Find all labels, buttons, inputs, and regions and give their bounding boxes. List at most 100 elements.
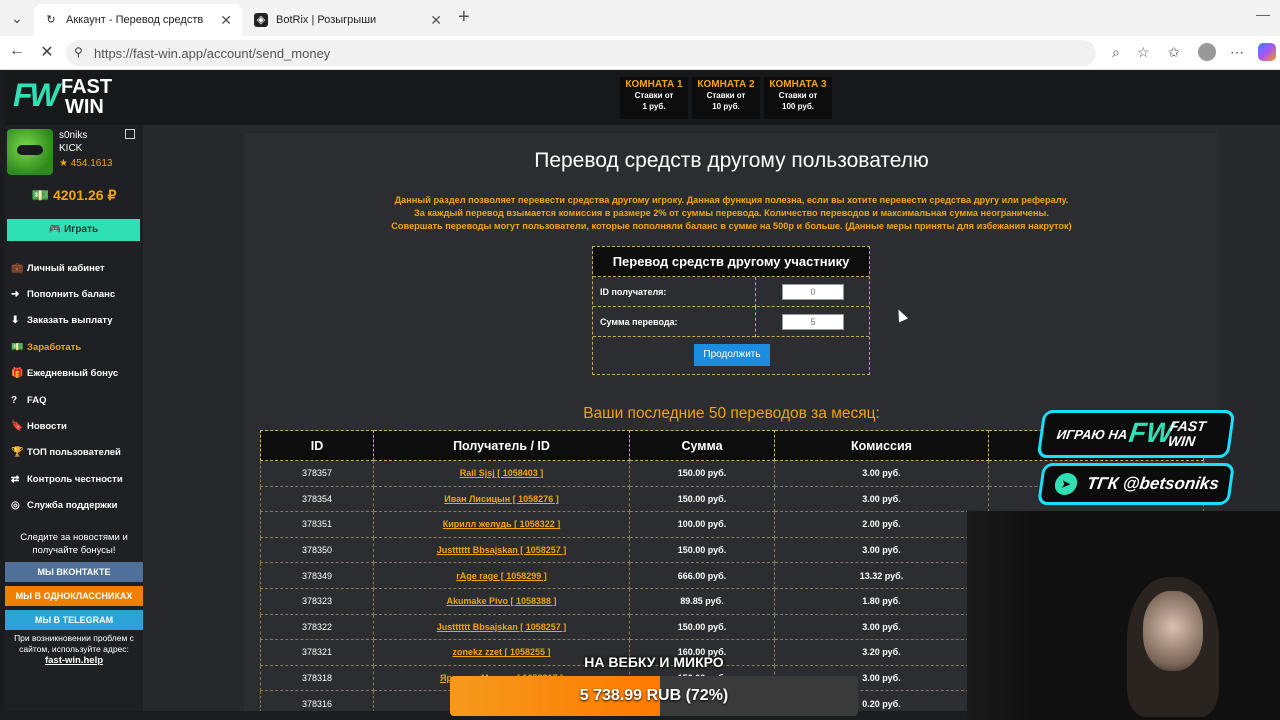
cell-fee: 1.80 руб. xyxy=(774,587,989,615)
tab-active[interactable]: ↻ Аккаунт - Перевод средств ✕ xyxy=(34,4,242,36)
logout-icon[interactable] xyxy=(125,129,135,139)
sidebar-item-faq[interactable]: ? FAQ xyxy=(11,387,123,413)
room-title: КОМНАТА 3 xyxy=(769,79,827,90)
cell-amount: 150.00 руб. xyxy=(629,485,775,513)
cell-id: 378350 xyxy=(260,536,374,564)
telegram-banner-text: ТГК @betsoniks xyxy=(1085,474,1221,493)
sidebar-item-top-users[interactable]: 🏆 ТОП пользователей xyxy=(11,440,123,466)
site-header: FW FAST WIN КОМНАТА 1 Ставки от 1 руб. К… xyxy=(5,71,1280,125)
description-line: Совершать переводы могут пользователи, к… xyxy=(391,221,1072,231)
botrix-icon: ◈ xyxy=(254,13,268,27)
room-sub: Ставки от xyxy=(706,91,746,100)
telegram-icon: ➤ xyxy=(1053,473,1079,495)
user-rating: ★ 454.1613 xyxy=(59,158,113,169)
sidebar-item-account[interactable]: 💼 Личный кабинет xyxy=(11,255,123,281)
room-sub: 1 руб. xyxy=(642,102,666,111)
avatar[interactable] xyxy=(7,129,53,175)
tab-botrix[interactable]: ◈ BotRix | Розыгрыши ✕ xyxy=(244,4,452,36)
favorite-star-icon[interactable]: ☆ xyxy=(1137,44,1150,61)
room-sub: Ставки от xyxy=(778,91,818,100)
briefcase-icon: 💼 xyxy=(11,262,24,274)
room-title: КОМНАТА 1 xyxy=(625,79,683,90)
bookmark-icon: 🔖 xyxy=(11,421,24,433)
money-icon: 💵 xyxy=(11,341,24,353)
banner-logo-line1: FAST xyxy=(1169,418,1208,434)
sidebar-item-daily-bonus[interactable]: 🎁 Ежедневный бонус xyxy=(11,361,123,387)
page-title: Перевод средств другому пользователю xyxy=(534,149,929,172)
vk-button[interactable]: МЫ ВКОНТАКТЕ xyxy=(5,562,143,582)
site-logo[interactable]: FW FAST WIN xyxy=(13,75,123,121)
user-tag: KICK xyxy=(59,143,83,154)
amount-label: Сумма перевода: xyxy=(600,317,678,327)
back-icon[interactable]: ← xyxy=(6,42,28,60)
sidebar-item-fairness[interactable]: ⇄ Контроль честности xyxy=(11,466,123,492)
problem-text: При возникновении проблем с сайтом, испо… xyxy=(14,633,134,654)
sidebar-item-label: ТОП пользователей xyxy=(27,447,121,459)
recipient-id-input[interactable] xyxy=(782,284,844,300)
cell-id: 378349 xyxy=(260,562,374,589)
loading-icon: ↻ xyxy=(46,14,56,26)
site-info-icon[interactable]: ⚲ xyxy=(74,45,83,59)
cell-id: 378351 xyxy=(260,511,374,538)
sidebar-item-earn[interactable]: 💵 Заработать xyxy=(11,334,123,360)
sidebar-item-deposit[interactable]: ➜ Пополнить баланс xyxy=(11,281,123,307)
column-header: Сумма xyxy=(629,430,775,461)
close-tab-icon[interactable]: ✕ xyxy=(220,12,232,29)
sidebar-item-withdraw[interactable]: ⬇ Заказать выплату xyxy=(11,308,123,334)
continue-button[interactable]: Продолжить xyxy=(694,344,770,366)
browser-tabbar: ⌄ ↻ Аккаунт - Перевод средств ✕ ◈ BotRix… xyxy=(0,0,1280,36)
new-tab-icon[interactable]: + xyxy=(458,6,470,29)
minimize-icon[interactable]: — xyxy=(1256,6,1270,22)
room-1-button[interactable]: КОМНАТА 1 Ставки от 1 руб. xyxy=(620,77,688,119)
column-header: Комиссия xyxy=(774,430,989,461)
recipient-row: ID получателя: xyxy=(593,277,869,307)
telegram-button[interactable]: МЫ В TELEGRAM xyxy=(5,610,143,630)
webcam-person-face xyxy=(1143,591,1203,671)
description-line: Данный раздел позволяет перевести средст… xyxy=(394,195,1069,205)
cell-fee: 3.00 руб. xyxy=(774,536,989,564)
sidebar-item-label: FAQ xyxy=(27,394,47,406)
room-3-button[interactable]: КОМНАТА 3 Ставки от 100 руб. xyxy=(764,77,832,119)
sidebar-item-label: Ежедневный бонус xyxy=(27,368,119,380)
play-on-fastwin-banner: ИГРАЮ НА FW FAST WIN xyxy=(1036,410,1236,458)
cell-amount: 150.00 руб. xyxy=(629,613,775,641)
close-tab-icon[interactable]: ✕ xyxy=(430,12,442,29)
gift-icon: 🎁 xyxy=(11,368,24,380)
room-2-button[interactable]: КОМНАТА 2 Ставки от 10 руб. xyxy=(692,77,760,119)
room-sub: 100 руб. xyxy=(782,102,814,111)
amount-input[interactable] xyxy=(782,314,844,330)
cell-recipient-link[interactable]: Justttttt Bbsajskan [ 1058257 ] xyxy=(373,536,630,564)
banner-prefix: ИГРАЮ НА xyxy=(1055,427,1129,442)
menu-dots-icon[interactable]: ⋯ xyxy=(1230,44,1244,61)
profile-avatar-icon[interactable] xyxy=(1198,43,1216,61)
cell-fee: 3.00 руб. xyxy=(774,613,989,641)
mirror-link[interactable]: fast-win.help xyxy=(5,655,143,666)
support-icon: ◎ xyxy=(11,500,20,512)
cell-recipient-link[interactable]: Rail Sjsj [ 1058403 ] xyxy=(373,460,630,487)
favorites-icon[interactable]: ✩ xyxy=(1168,44,1180,61)
balance: 💵 4201.26 ₽ xyxy=(31,187,117,203)
cell-recipient-link[interactable]: Justttttt Bbsajskan [ 1058257 ] xyxy=(373,613,630,641)
cell-recipient-link[interactable]: Кирилл желудь [ 1058322 ] xyxy=(373,511,630,538)
column-header: ID xyxy=(260,430,374,461)
url-input[interactable]: ⚲ https://fast-win.app/account/send_mone… xyxy=(66,40,1096,66)
cell-fee: 13.32 руб. xyxy=(774,562,989,589)
sidebar-item-support[interactable]: ◎ Служба поддержки xyxy=(11,493,123,519)
zoom-icon[interactable]: ⌕ xyxy=(1112,44,1120,61)
cell-recipient-link[interactable]: rAge rage [ 1058299 ] xyxy=(373,562,630,589)
cell-id: 378321 xyxy=(260,639,374,666)
sidebar-item-label: Контроль честности xyxy=(27,473,123,485)
donation-goal-value: 5 738.99 RUB (72%) xyxy=(579,687,729,704)
cell-recipient-link[interactable]: Иван Лисицын [ 1058276 ] xyxy=(373,485,630,513)
stop-loading-icon[interactable]: ✕ xyxy=(36,42,58,62)
play-button[interactable]: 🎮 Играть xyxy=(7,219,140,241)
room-sub: Ставки от xyxy=(634,91,674,100)
ok-button[interactable]: МЫ В ОДНОКЛАССНИКАХ xyxy=(5,586,143,606)
tab-list-dropdown[interactable]: ⌄ xyxy=(6,8,28,28)
copilot-icon[interactable] xyxy=(1258,43,1276,61)
cell-recipient-link[interactable]: Akumake Pivo [ 1058388 ] xyxy=(373,587,630,615)
cell-fee: 2.00 руб. xyxy=(774,511,989,538)
sidebar-item-news[interactable]: 🔖 Новости xyxy=(11,413,123,439)
question-icon: ? xyxy=(11,394,18,406)
cell-id: 378357 xyxy=(260,460,374,487)
